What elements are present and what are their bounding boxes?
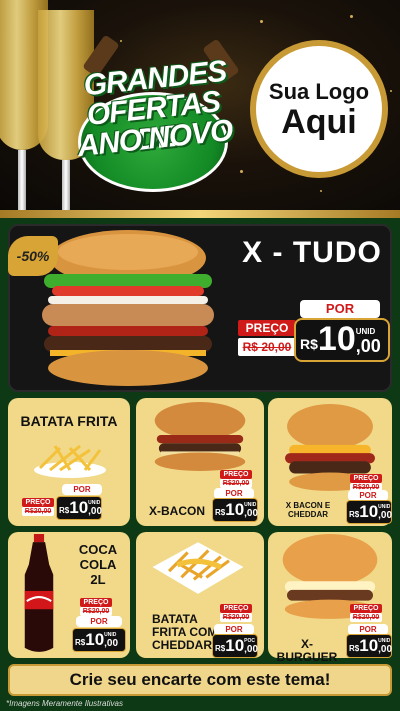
currency: R$ — [59, 506, 70, 515]
price-dec: ,00 — [244, 644, 259, 655]
por-label: POR — [62, 484, 102, 495]
price-box: R$ 10 UNID ,00 — [72, 628, 126, 652]
fries-image — [34, 444, 106, 478]
price-dec: ,00 — [104, 638, 119, 649]
preco-label: PREÇO — [220, 470, 252, 479]
discount-badge: -50% — [8, 236, 58, 276]
currency: R$ — [215, 644, 226, 653]
price-box: R$ 10 UNID ,00 — [56, 496, 102, 520]
preco-label: PREÇO — [220, 604, 252, 613]
logo-placeholder[interactable]: Sua Logo Aqui — [250, 40, 388, 178]
old-price: R$20,00 — [350, 613, 382, 622]
cta-button[interactable]: Crie seu encarte com este tema! — [8, 664, 392, 696]
preco-label: PREÇO — [22, 498, 54, 507]
x-bacon-image — [154, 402, 246, 471]
logo-text-line1: Sua Logo — [268, 79, 370, 104]
coca-cola-bottle-image — [24, 534, 54, 652]
old-price: R$20,00 — [220, 479, 252, 488]
divider — [0, 210, 400, 218]
price-dec: ,00 — [88, 506, 103, 517]
price-dec: ,00 — [244, 508, 259, 519]
featured-old-price: R$ 20,00 — [238, 338, 296, 356]
old-price: R$20,00 — [22, 507, 54, 516]
featured-product-name: X - TUDO — [242, 236, 382, 269]
old-price: R$20,00 — [80, 607, 112, 616]
product-name: X-BURGUER — [276, 637, 338, 665]
price-int: 10 — [85, 630, 105, 649]
currency: R$ — [75, 638, 86, 647]
currency: R$ — [349, 644, 360, 653]
featured-currency: R$ — [300, 336, 318, 352]
old-price: R$20,00 — [350, 483, 382, 492]
price-box: R$ 10 UNID ,00 — [346, 634, 392, 658]
old-price: R$20,00 — [220, 613, 252, 622]
price-int: 10 — [359, 502, 379, 521]
featured-unit: UNID — [355, 327, 376, 336]
featured-por-label: POR — [300, 300, 380, 318]
currency: R$ — [349, 510, 360, 519]
por-label: POR — [76, 616, 122, 627]
currency: R$ — [215, 508, 226, 517]
price-int: 10 — [69, 498, 89, 517]
price-dec: ,00 — [378, 644, 393, 655]
preco-label: PREÇO — [80, 598, 112, 607]
price-box: R$ 10 UNID ,00 — [212, 498, 258, 522]
price-int: 10 — [225, 636, 245, 655]
featured-price-int: 10 — [317, 320, 356, 358]
price-int: 10 — [225, 500, 245, 519]
featured-price-box: R$ 10 UNID ,00 — [294, 318, 390, 362]
fries-cheddar-image — [152, 542, 244, 594]
product-name: X-BACON — [149, 504, 205, 518]
burger-image — [42, 230, 214, 386]
product-name: BATATA FRITA — [20, 413, 118, 429]
disclaimer-text: *Imagens Meramente Ilustrativas — [6, 699, 123, 708]
preco-label: PREÇO — [350, 474, 382, 483]
product-name: COCA COLA 2L — [78, 542, 118, 587]
featured-preco-label: PREÇO — [238, 320, 296, 336]
price-box: R$ 10 UNID ,00 — [346, 500, 392, 524]
product-name: X BACON E CHEDDAR — [285, 501, 331, 519]
price-box: R$ 10 POC ,00 — [212, 634, 258, 658]
featured-price-dec: ,00 — [355, 336, 381, 356]
price-int: 10 — [359, 636, 379, 655]
preco-label: PREÇO — [350, 604, 382, 613]
logo-text-line2: Aqui — [281, 103, 357, 141]
price-dec: ,00 — [378, 510, 393, 521]
product-name: BATATA FRITA COM CHEDDAR — [152, 612, 218, 653]
